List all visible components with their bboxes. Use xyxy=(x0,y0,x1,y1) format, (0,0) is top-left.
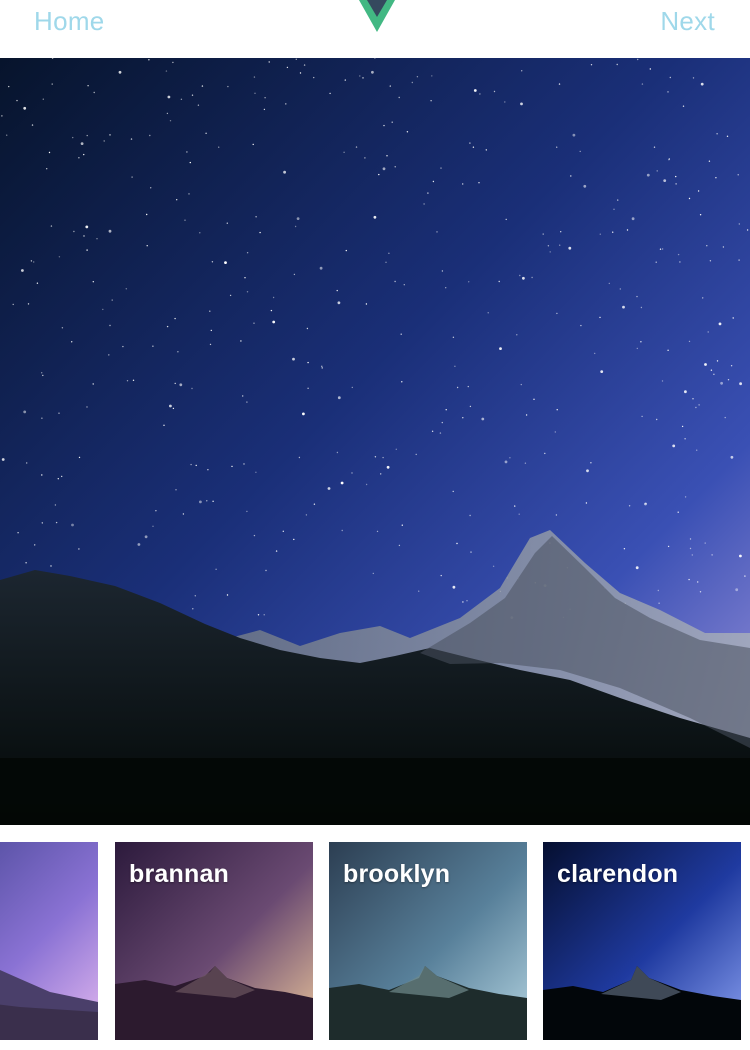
vue-logo-icon xyxy=(359,0,395,32)
filter-label: brannan xyxy=(129,860,230,888)
top-bar: Home Next xyxy=(0,0,750,58)
photo-preview xyxy=(0,58,750,825)
filter-thumb-brannan[interactable]: brannan xyxy=(115,842,313,1040)
home-link[interactable]: Home xyxy=(34,6,105,37)
filter-label: clarendon xyxy=(557,860,679,888)
filter-label: brooklyn xyxy=(343,860,451,888)
starry-mountain-photo xyxy=(0,58,750,825)
filter-thumb-partial[interactable] xyxy=(0,842,98,1040)
next-link[interactable]: Next xyxy=(660,6,715,37)
filter-strip[interactable]: brannan brooklyn clarendon xyxy=(0,842,750,1042)
filter-thumb-brooklyn[interactable]: brooklyn xyxy=(329,842,527,1040)
filter-thumb-clarendon[interactable]: clarendon xyxy=(543,842,741,1040)
filter-preview-image xyxy=(0,842,98,1040)
